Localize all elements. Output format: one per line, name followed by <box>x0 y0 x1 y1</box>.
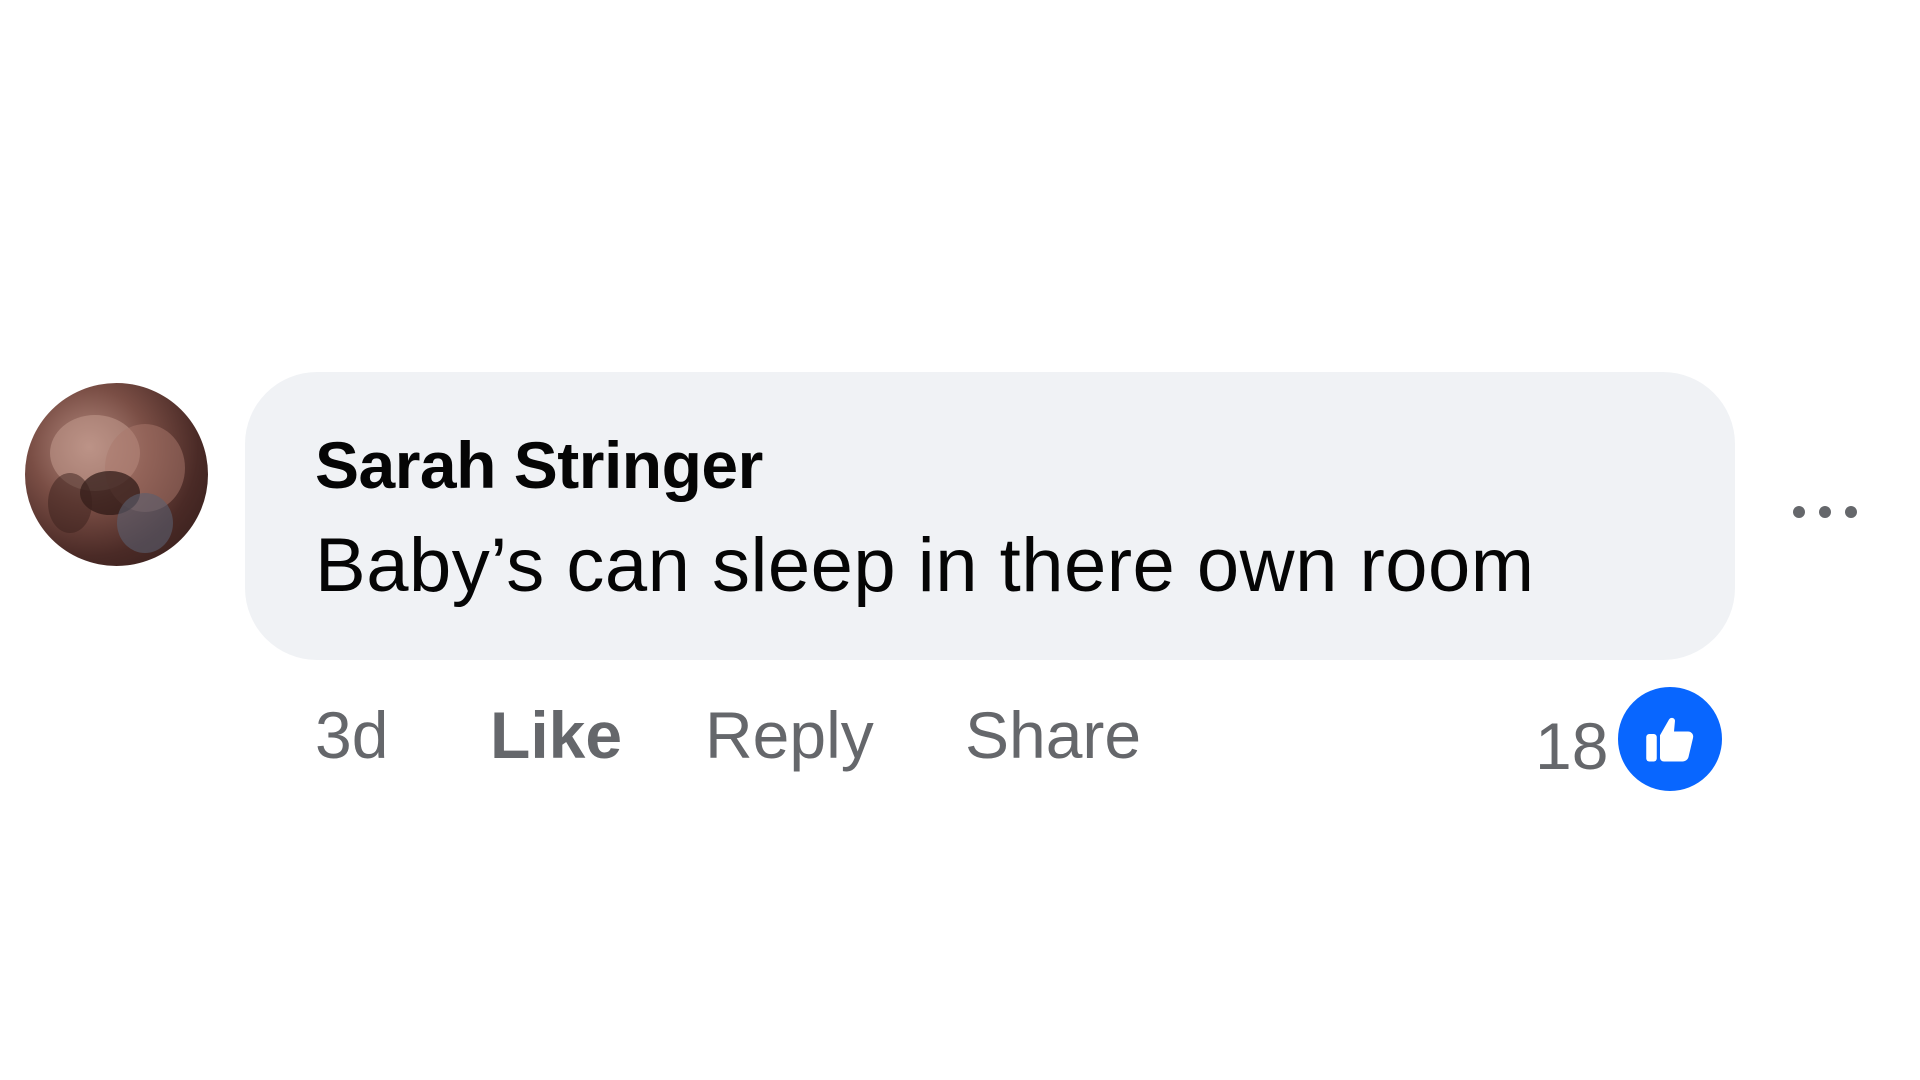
comment-timestamp[interactable]: 3d <box>315 697 388 773</box>
share-button[interactable]: Share <box>965 697 1141 773</box>
ellipsis-icon <box>1793 506 1805 518</box>
reaction-count: 18 <box>1535 709 1609 783</box>
like-icon <box>1614 683 1727 795</box>
comment-author[interactable]: Sarah Stringer <box>315 427 763 503</box>
avatar-photo <box>48 415 185 553</box>
more-options-button[interactable] <box>1780 492 1870 532</box>
ellipsis-icon <box>1845 506 1857 518</box>
thumbs-up-icon <box>1646 717 1694 762</box>
comment-bubble: Sarah Stringer Baby’s can sleep in there… <box>245 372 1735 660</box>
comment-actions: 3d Like Reply Share 18 <box>315 683 1735 795</box>
like-button[interactable]: Like <box>490 697 622 773</box>
comment-text: Baby’s can sleep in there own room <box>315 523 1535 608</box>
reaction-summary[interactable]: 18 <box>1535 683 1727 795</box>
comment: Sarah Stringer Baby’s can sleep in there… <box>25 372 1885 795</box>
ellipsis-icon <box>1819 506 1831 518</box>
reply-button[interactable]: Reply <box>705 697 874 773</box>
avatar[interactable] <box>25 383 208 566</box>
